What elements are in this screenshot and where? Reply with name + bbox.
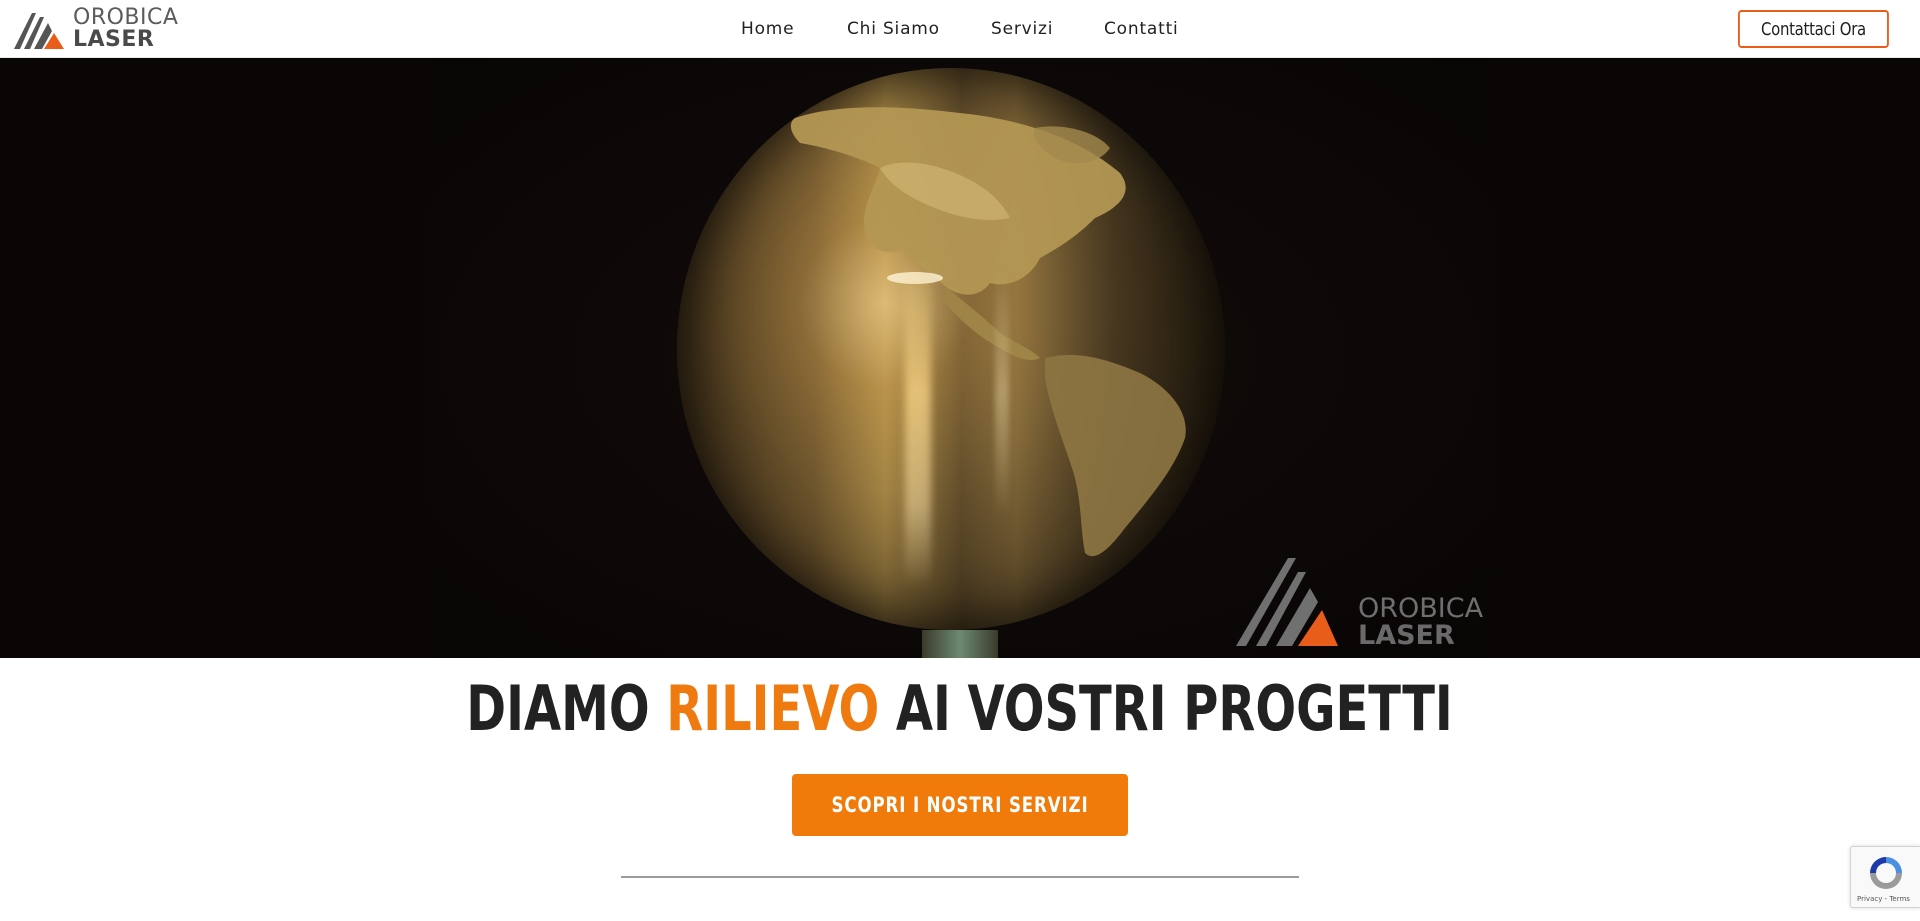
watermark-text-top: OROBICA bbox=[1358, 593, 1484, 624]
recaptcha-icon bbox=[1870, 857, 1902, 889]
site-header: OROBICA LASER Home Chi Siamo Servizi Con… bbox=[0, 0, 1920, 58]
light-reflection bbox=[995, 268, 1009, 518]
nav-item-home[interactable]: Home bbox=[741, 19, 794, 39]
recaptcha-badge[interactable]: Privacy - Terms bbox=[1850, 846, 1920, 908]
watermark-text-bottom: LASER bbox=[1358, 620, 1455, 651]
headline-highlight: RILIEVO bbox=[666, 672, 880, 745]
headline-part-1: DIAMO bbox=[466, 672, 667, 745]
recaptcha-terms[interactable]: Privacy - Terms bbox=[1857, 895, 1910, 903]
cta-label: SCOPRI I NOSTRI SERVIZI bbox=[831, 793, 1089, 817]
hero-watermark-logo: OROBICA LASER bbox=[1236, 558, 1496, 651]
globe-stand bbox=[922, 630, 998, 658]
nav-item-chi-siamo[interactable]: Chi Siamo bbox=[847, 19, 940, 39]
contact-now-button[interactable]: Contattaci Ora bbox=[1738, 10, 1889, 48]
watermark-logo-mark-icon bbox=[1236, 558, 1338, 646]
section-divider bbox=[621, 876, 1299, 878]
page-headline: DIAMO RILIEVO AI VOSTRI PROGETTI bbox=[0, 678, 1920, 740]
discover-services-button[interactable]: SCOPRI I NOSTRI SERVIZI bbox=[792, 774, 1128, 836]
nav-item-servizi[interactable]: Servizi bbox=[991, 19, 1053, 39]
headline-part-2: AI VOSTRI PROGETTI bbox=[879, 672, 1454, 745]
light-reflection bbox=[905, 258, 931, 588]
continents-illustration bbox=[790, 107, 1186, 557]
main-nav: Home Chi Siamo Servizi Contatti bbox=[0, 0, 1920, 58]
hero-video[interactable]: OROBICA LASER bbox=[0, 58, 1920, 658]
nav-item-contatti[interactable]: Contatti bbox=[1104, 19, 1179, 39]
